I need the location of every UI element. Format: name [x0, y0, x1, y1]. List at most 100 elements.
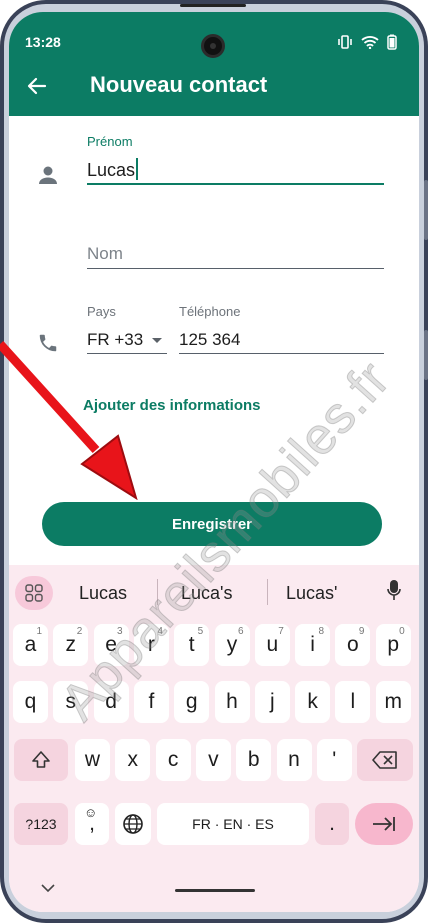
key-w[interactable]: w	[75, 739, 110, 781]
annotation-arrow-icon	[0, 340, 138, 500]
key-j[interactable]: j	[254, 681, 290, 723]
key-label: l	[350, 690, 356, 713]
phone-label: Téléphone	[179, 304, 241, 319]
key-label: '	[332, 748, 337, 771]
wifi-icon	[361, 36, 379, 49]
key-label: g	[185, 690, 198, 713]
key-a[interactable]: a1	[13, 624, 48, 666]
shift-icon	[32, 751, 50, 768]
key-label: a	[24, 633, 37, 656]
key-hint: 8	[318, 626, 325, 637]
key-k[interactable]: k	[295, 681, 331, 723]
key-label: z	[65, 633, 77, 656]
space-key-label: FR · EN · ES	[192, 816, 274, 832]
power-button	[424, 330, 428, 380]
front-camera	[201, 34, 225, 58]
key-label: j	[269, 690, 275, 713]
key-label: b	[247, 748, 260, 771]
key-v[interactable]: v	[195, 739, 231, 781]
next-arrow-icon	[373, 817, 395, 831]
key-hint: 0	[399, 626, 405, 637]
phone-input[interactable]: 125 364	[179, 330, 240, 350]
first-name-underline	[87, 183, 384, 185]
key-label: p	[387, 633, 400, 656]
earpiece	[180, 4, 246, 7]
key-l[interactable]: l	[335, 681, 371, 723]
text-cursor	[136, 158, 138, 180]
key-p[interactable]: p0	[375, 624, 411, 666]
key-y[interactable]: y6	[214, 624, 250, 666]
status-icons	[337, 34, 397, 50]
key-label: f	[148, 690, 155, 713]
suggestion-1[interactable]: Lucas	[79, 583, 127, 604]
key-label: y	[226, 633, 238, 656]
key-u[interactable]: u7	[254, 624, 290, 666]
key-i[interactable]: i8	[295, 624, 331, 666]
last-name-input[interactable]: Nom	[87, 244, 123, 264]
key-hint: 9	[358, 626, 365, 637]
key-m[interactable]: m	[375, 681, 411, 723]
first-name-input[interactable]: Lucas	[87, 160, 135, 181]
key-q[interactable]: q	[13, 681, 48, 723]
suggestion-divider	[267, 579, 268, 605]
key-c[interactable]: c	[155, 739, 191, 781]
dropdown-arrow-icon[interactable]	[151, 337, 163, 345]
hide-keyboard-chevron-icon[interactable]	[41, 883, 55, 893]
key-label: m	[384, 690, 402, 713]
key-hint: 5	[197, 626, 204, 637]
microphone-icon[interactable]	[387, 579, 401, 601]
battery-icon	[387, 34, 397, 50]
vibrate-icon	[338, 35, 352, 49]
key-label: c	[167, 748, 179, 771]
phone-screenshot: 13:28 Nouveau contact Prénom Lucas Nom P…	[0, 0, 428, 923]
enter-key[interactable]	[355, 803, 413, 845]
status-time: 13:28	[25, 34, 61, 50]
key-label: w	[84, 748, 101, 771]
country-label: Pays	[87, 304, 116, 319]
key-b[interactable]: b	[236, 739, 272, 781]
key-label: u	[266, 633, 279, 656]
apps-grid-icon[interactable]	[15, 576, 53, 610]
key-label: t	[188, 633, 195, 656]
backspace-icon	[372, 751, 397, 769]
key-label: n	[288, 748, 300, 771]
page-title: Nouveau contact	[90, 72, 268, 97]
symbols-key[interactable]: ?123	[14, 803, 68, 845]
key-n[interactable]: n	[276, 739, 312, 781]
back-arrow-icon[interactable]	[25, 74, 49, 98]
key-label: h	[226, 690, 238, 713]
emoji-icon: ☺	[84, 805, 98, 820]
app-bar: 13:28 Nouveau contact	[9, 12, 419, 116]
key-x[interactable]: x	[115, 739, 151, 781]
key-g[interactable]: g	[174, 681, 210, 723]
key-h[interactable]: h	[214, 681, 250, 723]
key-o[interactable]: o9	[335, 624, 371, 666]
key-label: k	[307, 690, 318, 713]
key-apostrophe[interactable]: '	[316, 739, 352, 781]
key-hint: 1	[36, 626, 42, 637]
shift-key[interactable]	[14, 739, 68, 781]
key-label: v	[208, 748, 219, 771]
key-f[interactable]: f	[133, 681, 169, 723]
backspace-key[interactable]	[357, 739, 413, 781]
key-label: o	[347, 633, 359, 656]
keyboard: Lucas Luca's Lucas' a1z2e3r4t5y6u7i8o9p0…	[9, 565, 419, 912]
key-label: i	[310, 633, 315, 656]
key-hint: 7	[278, 626, 284, 637]
suggestion-3[interactable]: Lucas'	[286, 583, 337, 604]
gesture-nav-bar[interactable]	[175, 889, 255, 892]
period-key[interactable]: .	[315, 803, 349, 845]
language-key[interactable]	[115, 803, 151, 845]
symbols-key-label: ?123	[25, 816, 57, 832]
last-name-underline	[87, 268, 384, 269]
key-label: x	[127, 748, 139, 771]
period-key-label: .	[329, 812, 335, 835]
space-key[interactable]: FR · EN · ES	[157, 803, 309, 845]
key-hint: 6	[237, 626, 244, 637]
key-label: q	[24, 690, 37, 713]
first-name-label: Prénom	[87, 134, 133, 149]
volume-button	[424, 180, 428, 240]
person-icon	[39, 166, 57, 184]
comma-key[interactable]: , ☺	[75, 803, 109, 845]
globe-icon	[123, 814, 143, 834]
